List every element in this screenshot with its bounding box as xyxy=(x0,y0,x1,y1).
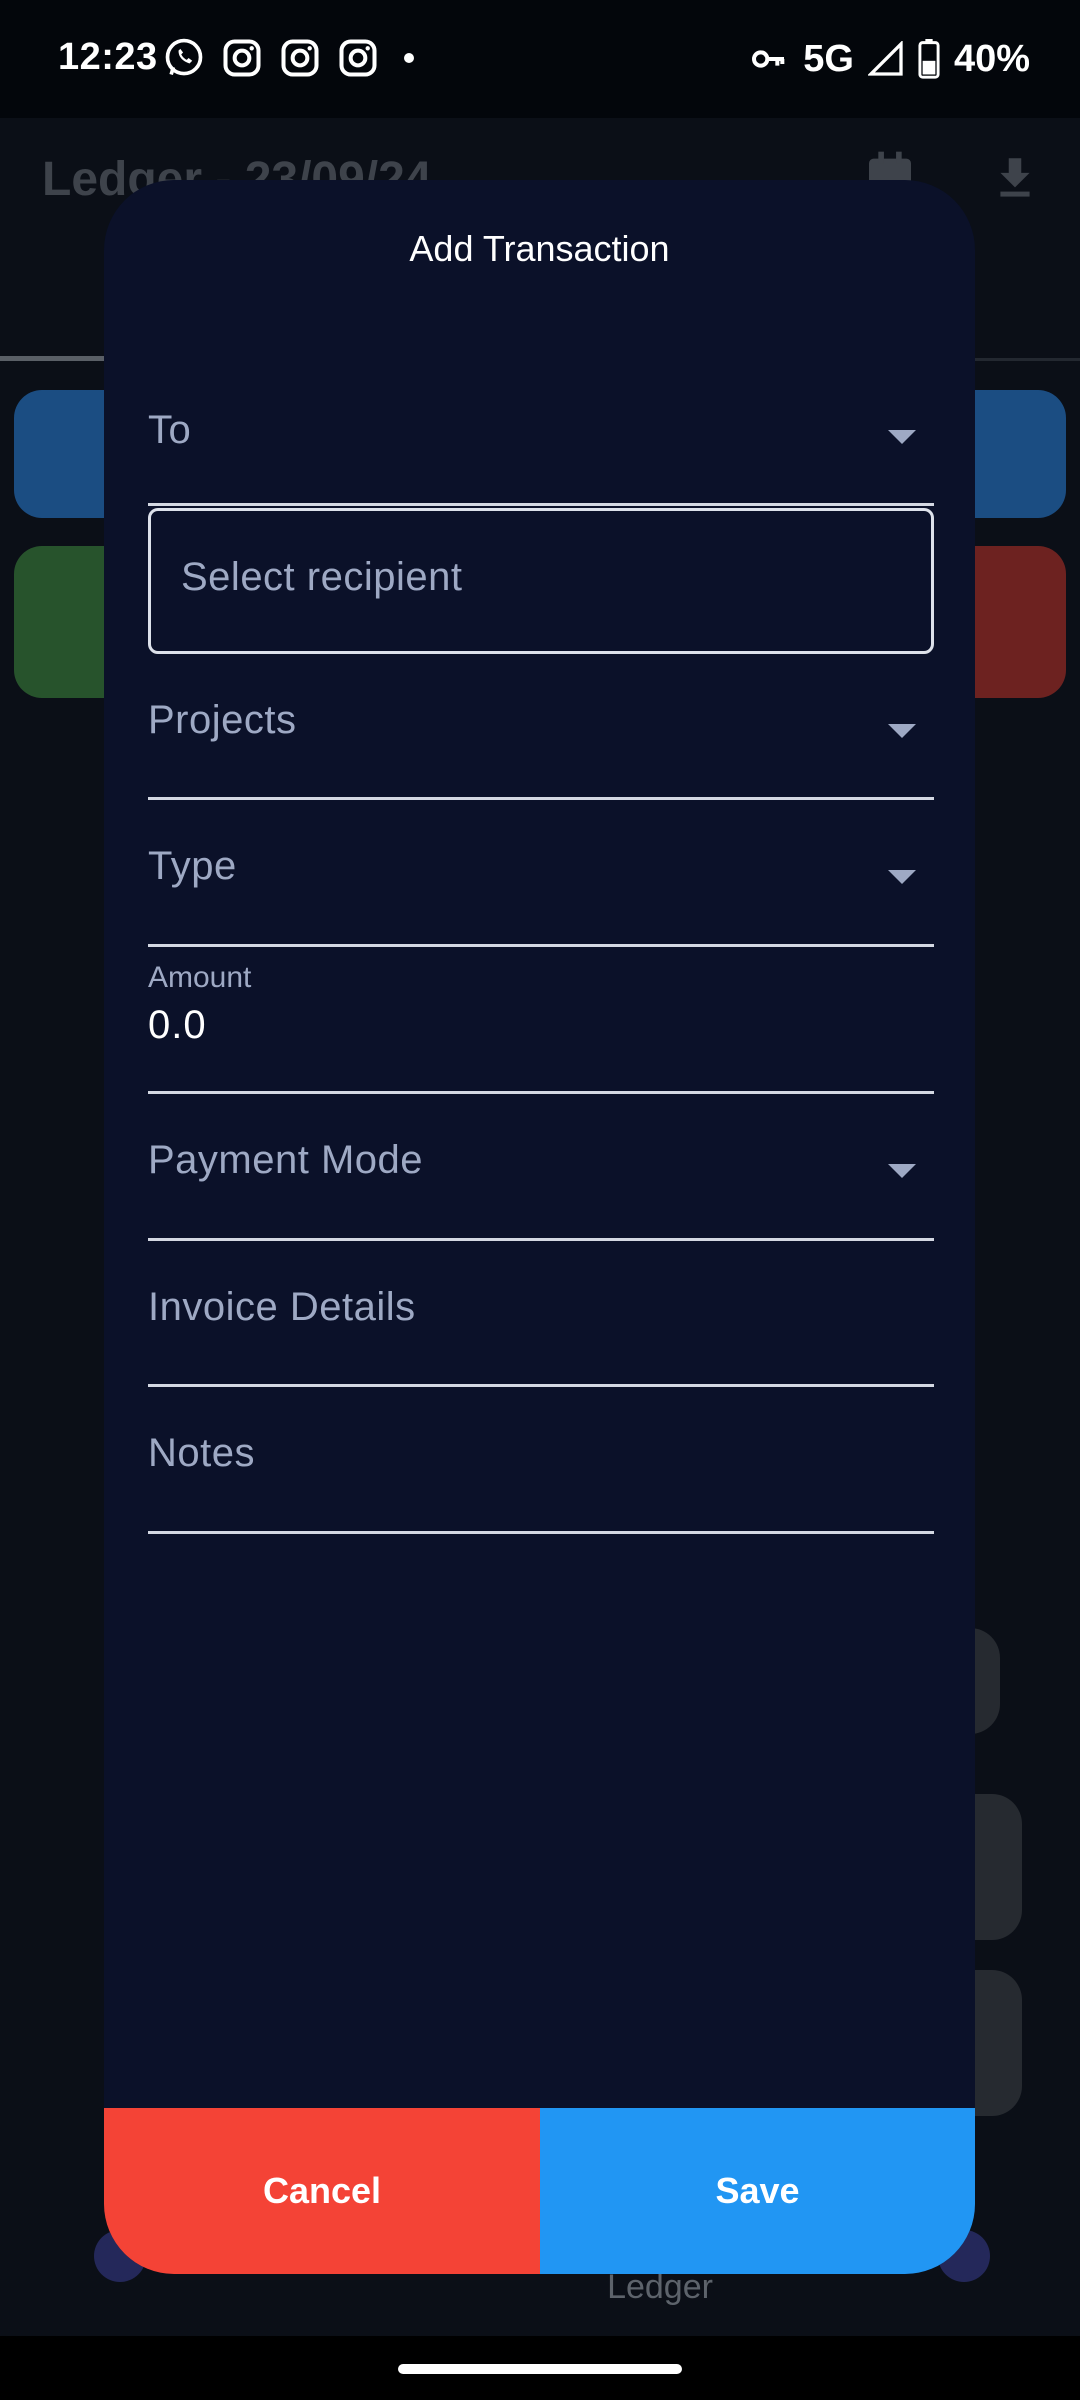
projects-dropdown[interactable]: Projects xyxy=(148,654,934,800)
status-bar: 12:23 5G 40% xyxy=(0,0,1080,118)
projects-label: Projects xyxy=(148,698,297,742)
cancel-button[interactable]: Cancel xyxy=(104,2108,540,2274)
instagram-icon xyxy=(339,39,377,77)
network-type: 5G xyxy=(803,37,854,80)
more-notifications-dot xyxy=(404,53,414,63)
signal-icon xyxy=(867,41,903,76)
status-time: 12:23 xyxy=(58,36,158,78)
payment-mode-label: Payment Mode xyxy=(148,1138,424,1182)
notes-input[interactable]: Notes xyxy=(148,1387,934,1534)
instagram-icon xyxy=(223,39,261,77)
to-label: To xyxy=(148,408,192,452)
chevron-down-icon xyxy=(888,430,916,444)
battery-icon xyxy=(918,39,940,79)
screen: 12:23 5G 40% Ledger Ledger Add Transacti… xyxy=(0,0,1080,2400)
whatsapp-icon xyxy=(165,38,203,76)
type-dropdown[interactable]: Type xyxy=(148,800,934,947)
recipient-search-input[interactable]: Select recipient xyxy=(148,508,934,654)
invoice-details-input[interactable]: Invoice Details xyxy=(148,1241,934,1387)
amount-label: Amount xyxy=(148,961,252,994)
notes-label: Notes xyxy=(148,1431,255,1475)
status-right: 5G 40% xyxy=(749,36,1030,82)
tab-indicator xyxy=(0,356,110,361)
amount-input[interactable]: Amount 0.0 xyxy=(148,947,934,1094)
download-icon[interactable] xyxy=(990,152,1040,202)
vpn-key-icon xyxy=(752,50,785,68)
instagram-icon xyxy=(281,39,319,77)
add-transaction-dialog: Add Transaction To Select recipient Proj… xyxy=(104,180,975,2274)
dialog-title: Add Transaction xyxy=(409,228,670,269)
type-label: Type xyxy=(148,844,237,888)
invoice-details-label: Invoice Details xyxy=(148,1285,416,1329)
chevron-down-icon xyxy=(888,724,916,738)
battery-level: 40% xyxy=(953,37,1030,80)
chevron-down-icon xyxy=(888,870,916,884)
home-indicator[interactable] xyxy=(398,2364,682,2374)
payment-mode-dropdown[interactable]: Payment Mode xyxy=(148,1094,934,1241)
notification-icons xyxy=(162,36,414,80)
recipient-placeholder: Select recipient xyxy=(181,555,463,599)
save-button[interactable]: Save xyxy=(540,2108,975,2274)
chevron-down-icon xyxy=(888,1164,916,1178)
to-dropdown[interactable]: To xyxy=(148,358,934,506)
amount-value: 0.0 xyxy=(148,1003,207,1047)
